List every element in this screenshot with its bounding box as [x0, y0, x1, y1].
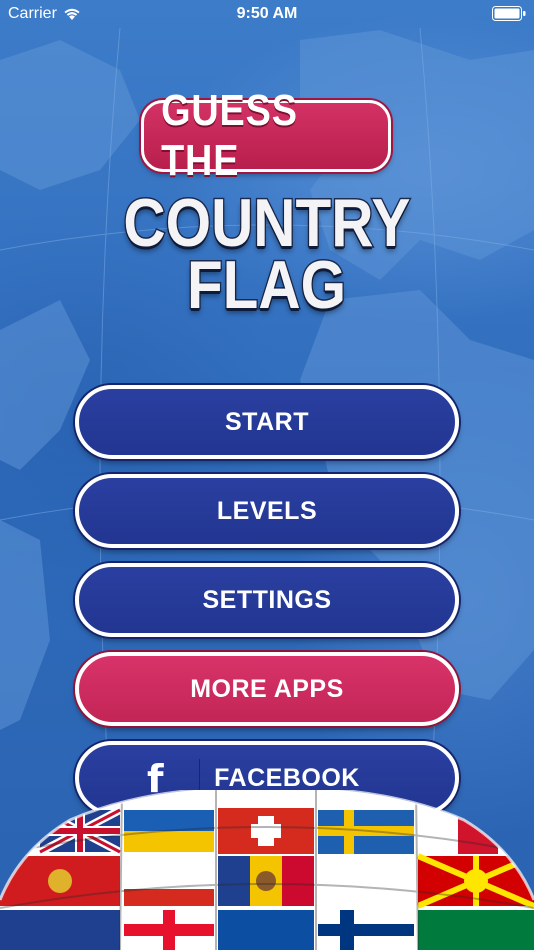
more-apps-button[interactable]: MORE APPS [75, 652, 459, 726]
status-time: 9:50 AM [236, 5, 298, 22]
battery-icon [492, 6, 526, 21]
levels-button-label: LEVELS [216, 496, 318, 525]
levels-button[interactable]: LEVELS [75, 474, 459, 548]
title-badge: GUESS THE [141, 86, 391, 185]
more-apps-button-label: MORE APPS [190, 674, 344, 703]
title-line-flag: FLAG [0, 247, 534, 323]
title-line-guess-the: GUESS THE [161, 86, 298, 185]
start-button[interactable]: START [75, 385, 459, 459]
start-button-label: START [225, 407, 309, 436]
title-flag-text: FLAG [186, 247, 348, 323]
settings-button[interactable]: SETTINGS [75, 563, 459, 637]
settings-button-label: SETTINGS [202, 585, 332, 614]
facebook-button-label: FACEBOOK [214, 763, 360, 792]
flags-globe-decoration [0, 790, 534, 950]
status-bar: Carrier 9:50 AM [0, 0, 534, 28]
